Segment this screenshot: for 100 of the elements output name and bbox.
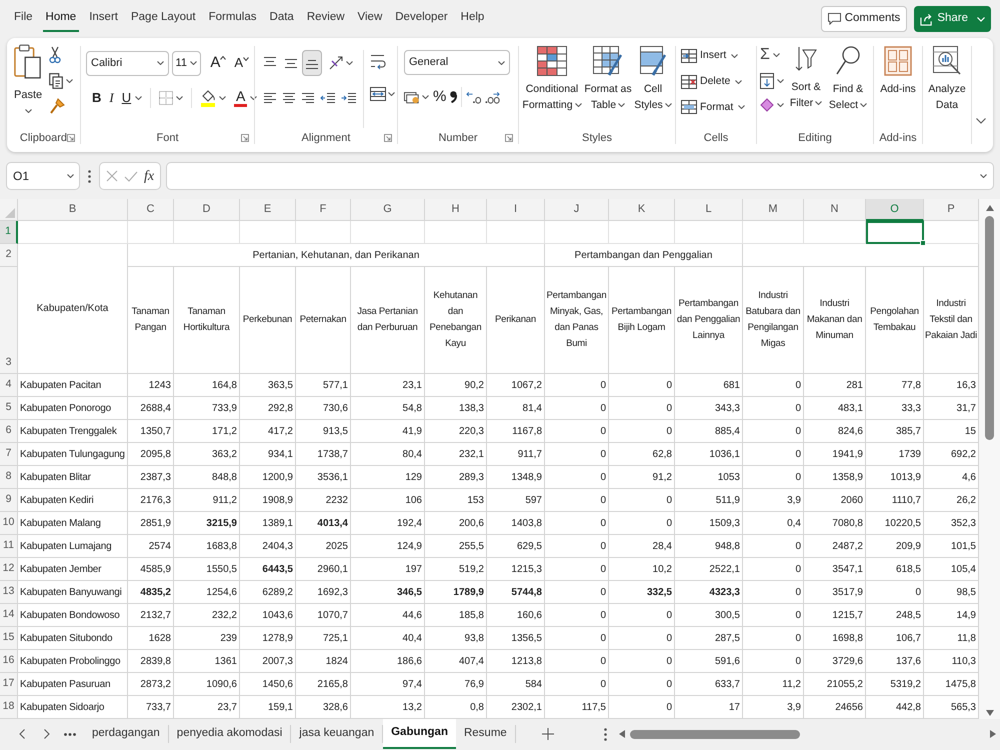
column-letter[interactable]: E <box>240 199 296 221</box>
dialog-launcher-icon[interactable] <box>384 134 392 142</box>
row-number[interactable]: 6 <box>0 420 18 443</box>
row-number[interactable]: 12 <box>0 558 18 581</box>
column-letter[interactable]: G <box>351 199 425 221</box>
grow-font-button[interactable]: A <box>210 54 226 72</box>
name-box[interactable]: O1 <box>6 162 80 190</box>
empty-cell[interactable] <box>425 221 487 244</box>
active-cell[interactable] <box>866 221 924 244</box>
align-bottom-button[interactable] <box>302 50 322 76</box>
insert-button[interactable]: Insert <box>681 48 751 64</box>
more-options-icon[interactable] <box>88 170 91 182</box>
copy-button[interactable] <box>49 73 74 89</box>
percent-button[interactable]: % <box>433 88 446 106</box>
column-letter[interactable]: H <box>425 199 487 221</box>
empty-cell[interactable] <box>240 221 296 244</box>
scrollbar-thumb[interactable] <box>630 730 800 738</box>
autosum-button[interactable]: Σ <box>760 46 780 64</box>
row-number[interactable]: 9 <box>0 489 18 512</box>
merge-button[interactable] <box>370 87 395 101</box>
chevron-left-icon[interactable] <box>19 729 25 739</box>
scissors-icon[interactable] <box>49 46 62 64</box>
more-options-icon[interactable] <box>604 728 607 740</box>
empty-cell[interactable] <box>174 221 240 244</box>
empty-cell[interactable] <box>743 244 979 267</box>
empty-cell[interactable] <box>296 221 351 244</box>
menu-tab[interactable]: Developer <box>392 6 451 32</box>
sort-filter-button[interactable]: Sort & Filter <box>788 46 824 111</box>
menu-tab[interactable]: View <box>354 6 386 32</box>
row-number[interactable]: 5 <box>0 397 18 420</box>
column-letter[interactable]: N <box>804 199 866 221</box>
font-color-button[interactable]: A <box>234 89 258 107</box>
column-letter[interactable]: L <box>675 199 743 221</box>
add-sheet-icon[interactable] <box>542 728 554 740</box>
empty-cell[interactable] <box>743 221 804 244</box>
analyze-data-button[interactable]: Analyze Data <box>924 46 970 128</box>
column-letter[interactable]: F <box>296 199 351 221</box>
shrink-font-button[interactable]: A <box>234 55 249 71</box>
decrease-indent-icon[interactable] <box>320 93 336 103</box>
formula-field[interactable] <box>166 162 994 190</box>
column-letter[interactable]: C <box>128 199 174 221</box>
row-number[interactable]: 17 <box>0 673 18 696</box>
brush-icon[interactable] <box>49 98 66 114</box>
row-number[interactable]: 8 <box>0 466 18 489</box>
number-format-field[interactable]: General <box>404 50 510 75</box>
accounting-button[interactable] <box>404 90 429 104</box>
column-letter[interactable]: B <box>18 199 128 221</box>
format-button[interactable]: Format <box>681 100 751 116</box>
row-number[interactable]: 3 <box>0 267 18 374</box>
conditional-formatting-button[interactable]: Conditional Formatting <box>521 46 583 113</box>
increase-decimal-icon[interactable] <box>466 90 482 104</box>
fill-button[interactable] <box>760 73 784 89</box>
row-number[interactable]: 11 <box>0 535 18 558</box>
column-letter[interactable]: O <box>866 199 924 221</box>
column-letter[interactable]: M <box>743 199 804 221</box>
row-number[interactable]: 16 <box>0 650 18 673</box>
scroll-up-icon[interactable] <box>986 205 994 211</box>
row-number[interactable]: 18 <box>0 696 18 719</box>
sheet-tab[interactable]: Resume <box>456 725 516 743</box>
align-left-icon[interactable] <box>263 93 277 103</box>
wrap-text-icon[interactable] <box>370 54 386 70</box>
menu-tab[interactable]: Data <box>266 6 297 32</box>
dialog-launcher-icon[interactable] <box>67 134 75 142</box>
share-button[interactable]: Share <box>914 6 991 32</box>
column-letter[interactable]: P <box>924 199 979 221</box>
clear-button[interactable] <box>760 98 784 112</box>
row-number[interactable]: 4 <box>0 374 18 397</box>
dialog-launcher-icon[interactable] <box>241 134 249 142</box>
underline-button[interactable]: U <box>122 88 142 108</box>
row-number[interactable]: 1 <box>0 221 18 244</box>
add-ins-button[interactable]: Add-ins <box>876 46 920 128</box>
row-number[interactable]: 15 <box>0 627 18 650</box>
menu-tab[interactable]: Page Layout <box>128 6 199 32</box>
more-icon[interactable] <box>64 732 76 736</box>
cell-styles-button[interactable]: Cell Styles <box>633 46 673 113</box>
font-size-field[interactable]: 11 <box>172 50 202 76</box>
menu-tab[interactable]: Review <box>304 6 348 32</box>
menu-tab[interactable]: Help <box>458 6 488 32</box>
menu-tab[interactable]: File <box>11 6 36 32</box>
column-letter[interactable]: J <box>545 199 609 221</box>
align-right-icon[interactable] <box>301 93 315 103</box>
menu-tab[interactable]: Formulas <box>206 6 260 32</box>
collapse-ribbon-icon[interactable] <box>976 118 986 124</box>
bold-button[interactable]: B <box>92 88 102 108</box>
borders-button[interactable] <box>159 91 184 105</box>
orientation-button[interactable] <box>329 56 353 70</box>
row-number[interactable]: 14 <box>0 604 18 627</box>
fill-handle-icon[interactable] <box>920 240 926 246</box>
row-number[interactable]: 7 <box>0 443 18 466</box>
empty-cell[interactable] <box>675 221 743 244</box>
empty-cell[interactable] <box>545 221 609 244</box>
scrollbar-thumb[interactable] <box>985 216 994 440</box>
delete-button[interactable]: Delete <box>681 74 751 90</box>
empty-cell[interactable] <box>487 221 545 244</box>
insert-function-button[interactable]: fx <box>144 166 154 186</box>
chevron-right-icon[interactable] <box>44 729 50 739</box>
check-icon[interactable] <box>124 170 138 182</box>
sheet-tab[interactable]: Gabungan <box>383 719 456 749</box>
italic-button[interactable]: I <box>109 88 114 108</box>
scroll-down-icon[interactable] <box>986 710 994 716</box>
